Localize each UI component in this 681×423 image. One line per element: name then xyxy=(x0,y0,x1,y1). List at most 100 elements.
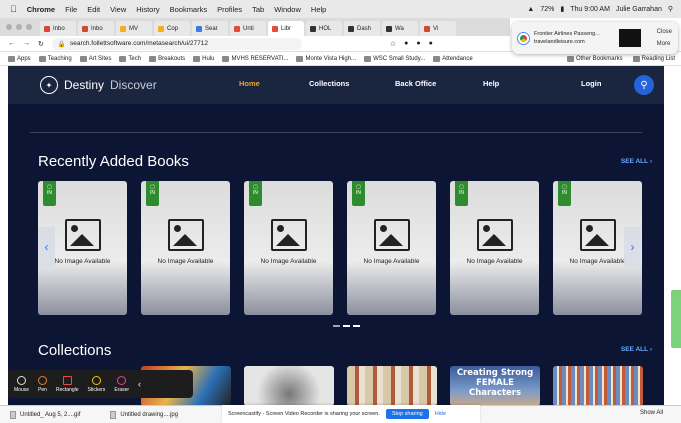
bookmark-other[interactable]: Other Bookmarks xyxy=(566,56,623,62)
pager-dot[interactable] xyxy=(333,325,340,327)
in-badge: ▢ IN xyxy=(146,181,159,206)
clock[interactable]: Thu 9:00 AM xyxy=(570,6,610,13)
book-card[interactable]: ▢ IN No Image Available xyxy=(141,181,230,315)
extension-icon[interactable]: ● xyxy=(416,40,420,47)
browser-tab[interactable]: Inbo xyxy=(40,21,76,36)
browser-tab[interactable]: Wa xyxy=(382,21,418,36)
carousel-next-icon[interactable]: › xyxy=(624,227,641,267)
bookmark-monte-vista[interactable]: Monte Vista High... xyxy=(296,55,356,62)
nav-help[interactable]: Help xyxy=(483,79,499,88)
notification-popup[interactable]: Frontier Airlines Passeng... travelandle… xyxy=(512,22,678,54)
book-card[interactable]: ▢ IN No Image Available xyxy=(450,181,539,315)
site-logo[interactable]: ✦ Destiny Discover xyxy=(40,76,157,94)
menu-bookmarks[interactable]: Bookmarks xyxy=(170,5,208,14)
back-icon[interactable]: ← xyxy=(8,40,15,47)
tool-pen[interactable]: Pen xyxy=(38,375,48,393)
screen-share-banner: Screencastify - Screen Video Recorder is… xyxy=(222,405,480,423)
menu-profiles[interactable]: Profiles xyxy=(217,5,242,14)
menu-history[interactable]: History xyxy=(136,5,159,14)
collection-tile[interactable]: Creating Strong FEMALE Characters xyxy=(450,366,540,406)
menu-file[interactable]: File xyxy=(65,5,77,14)
bookmark-art-sites[interactable]: Art Sites xyxy=(79,55,111,62)
star-icon[interactable]: ☆ xyxy=(390,40,396,48)
menu-window[interactable]: Window xyxy=(274,5,301,14)
browser-tab[interactable]: Inbo xyxy=(78,21,114,36)
collection-tile[interactable] xyxy=(347,366,437,406)
notification-actions: Close More xyxy=(657,29,672,47)
carousel-pager xyxy=(333,325,360,327)
menu-view[interactable]: View xyxy=(110,5,126,14)
battery-icon[interactable]: ▮ xyxy=(560,5,564,13)
in-badge: ▢ IN xyxy=(43,181,56,206)
collapse-toolbar-icon[interactable]: ‹ xyxy=(138,379,141,389)
feedback-tab[interactable] xyxy=(671,290,681,348)
apple-icon[interactable]:  xyxy=(10,4,17,14)
wifi-icon[interactable]: ▲ xyxy=(527,6,534,13)
browser-tab[interactable]: HOL xyxy=(306,21,342,36)
show-all-downloads[interactable]: Show All xyxy=(640,410,663,416)
user-name[interactable]: Julie Garrahan xyxy=(616,6,662,13)
search-icon[interactable]: ⚲ xyxy=(634,75,654,95)
pager-dot[interactable] xyxy=(353,325,360,327)
location-icon xyxy=(296,55,304,62)
extension-icon[interactable]: ● xyxy=(429,40,433,47)
notification-source: travelandleisure.com xyxy=(534,39,585,45)
zoom-window-icon[interactable] xyxy=(26,24,32,30)
bookmark-attendance[interactable]: Attendance xyxy=(433,55,473,62)
url-field[interactable]: 🔒 search.follettsoftware.com/metasearch/… xyxy=(51,37,302,50)
bookmark-wsc[interactable]: WSC Small Study... xyxy=(364,55,425,62)
browser-tab[interactable]: Cop xyxy=(154,21,190,36)
tool-eraser[interactable]: Eraser xyxy=(114,375,129,393)
book-card[interactable]: ▢ IN No Image Available xyxy=(244,181,333,315)
spotlight-icon[interactable]: ⚲ xyxy=(668,5,673,13)
browser-tab-active[interactable]: Libr xyxy=(268,21,304,36)
bookmark-hulu[interactable]: Hulu xyxy=(193,55,214,62)
destiny-discover-page: ✦ Destiny Discover Home Collections Back… xyxy=(8,66,664,406)
tool-stickers[interactable]: Stickers xyxy=(88,375,105,393)
menu-help[interactable]: Help xyxy=(311,5,326,14)
nav-login[interactable]: Login xyxy=(581,79,601,88)
tab-favicon-icon xyxy=(424,25,430,32)
bookmark-apps[interactable]: Apps xyxy=(8,55,31,62)
bookmark-teaching[interactable]: Teaching xyxy=(38,55,72,62)
bookmark-tech[interactable]: Tech xyxy=(119,55,141,62)
tool-rectangle[interactable]: Rectangle xyxy=(56,375,79,393)
nav-home[interactable]: Home xyxy=(239,79,260,88)
menu-edit[interactable]: Edit xyxy=(87,5,100,14)
notification-close-button[interactable]: Close xyxy=(657,29,672,35)
collection-tile[interactable] xyxy=(244,366,334,406)
minimize-window-icon[interactable] xyxy=(16,24,22,30)
carousel-prev-icon[interactable]: ‹ xyxy=(38,227,55,267)
bookmark-breakouts[interactable]: Breakouts xyxy=(149,55,185,62)
tool-mouse[interactable]: Mouse xyxy=(14,375,29,393)
browser-tab[interactable]: Dash xyxy=(344,21,380,36)
book-card[interactable]: ▢ IN No Image Available xyxy=(347,181,436,315)
image-placeholder-icon xyxy=(271,219,307,251)
browser-tab[interactable]: Vi xyxy=(420,21,456,36)
menu-tab[interactable]: Tab xyxy=(252,5,264,14)
reload-icon[interactable]: ↻ xyxy=(38,40,44,48)
notification-more-button[interactable]: More xyxy=(657,41,672,47)
browser-tab[interactable]: MV xyxy=(116,21,152,36)
download-item[interactable]: Untitled drawing....jpg xyxy=(110,410,178,419)
browser-tab[interactable]: Unti xyxy=(230,21,266,36)
download-item[interactable]: Untitled_ Aug 5, 2....gif xyxy=(10,410,80,419)
stop-sharing-button[interactable]: Stop sharing xyxy=(385,409,429,419)
nav-collections[interactable]: Collections xyxy=(309,79,349,88)
bookmark-mvhs[interactable]: MVHS RESERVATI... xyxy=(222,55,288,62)
bookmark-reading-list[interactable]: Reading List xyxy=(632,56,675,62)
see-all-books-link[interactable]: SEE ALL › xyxy=(621,158,652,165)
nav-back-office[interactable]: Back Office xyxy=(395,79,436,88)
collection-tile[interactable] xyxy=(553,366,643,406)
tab-favicon-icon xyxy=(196,25,202,32)
close-window-icon[interactable] xyxy=(6,24,12,30)
mouse-icon xyxy=(17,375,26,385)
brand-subname: Discover xyxy=(110,78,157,92)
extension-icon[interactable]: ● xyxy=(404,40,408,47)
hide-button[interactable]: Hide xyxy=(435,411,446,417)
forward-icon[interactable]: → xyxy=(23,40,30,47)
see-all-collections-link[interactable]: SEE ALL › xyxy=(621,346,652,353)
menu-app-name[interactable]: Chrome xyxy=(27,5,55,14)
pager-dot-active[interactable] xyxy=(343,325,350,327)
browser-tab[interactable]: Sear xyxy=(192,21,228,36)
